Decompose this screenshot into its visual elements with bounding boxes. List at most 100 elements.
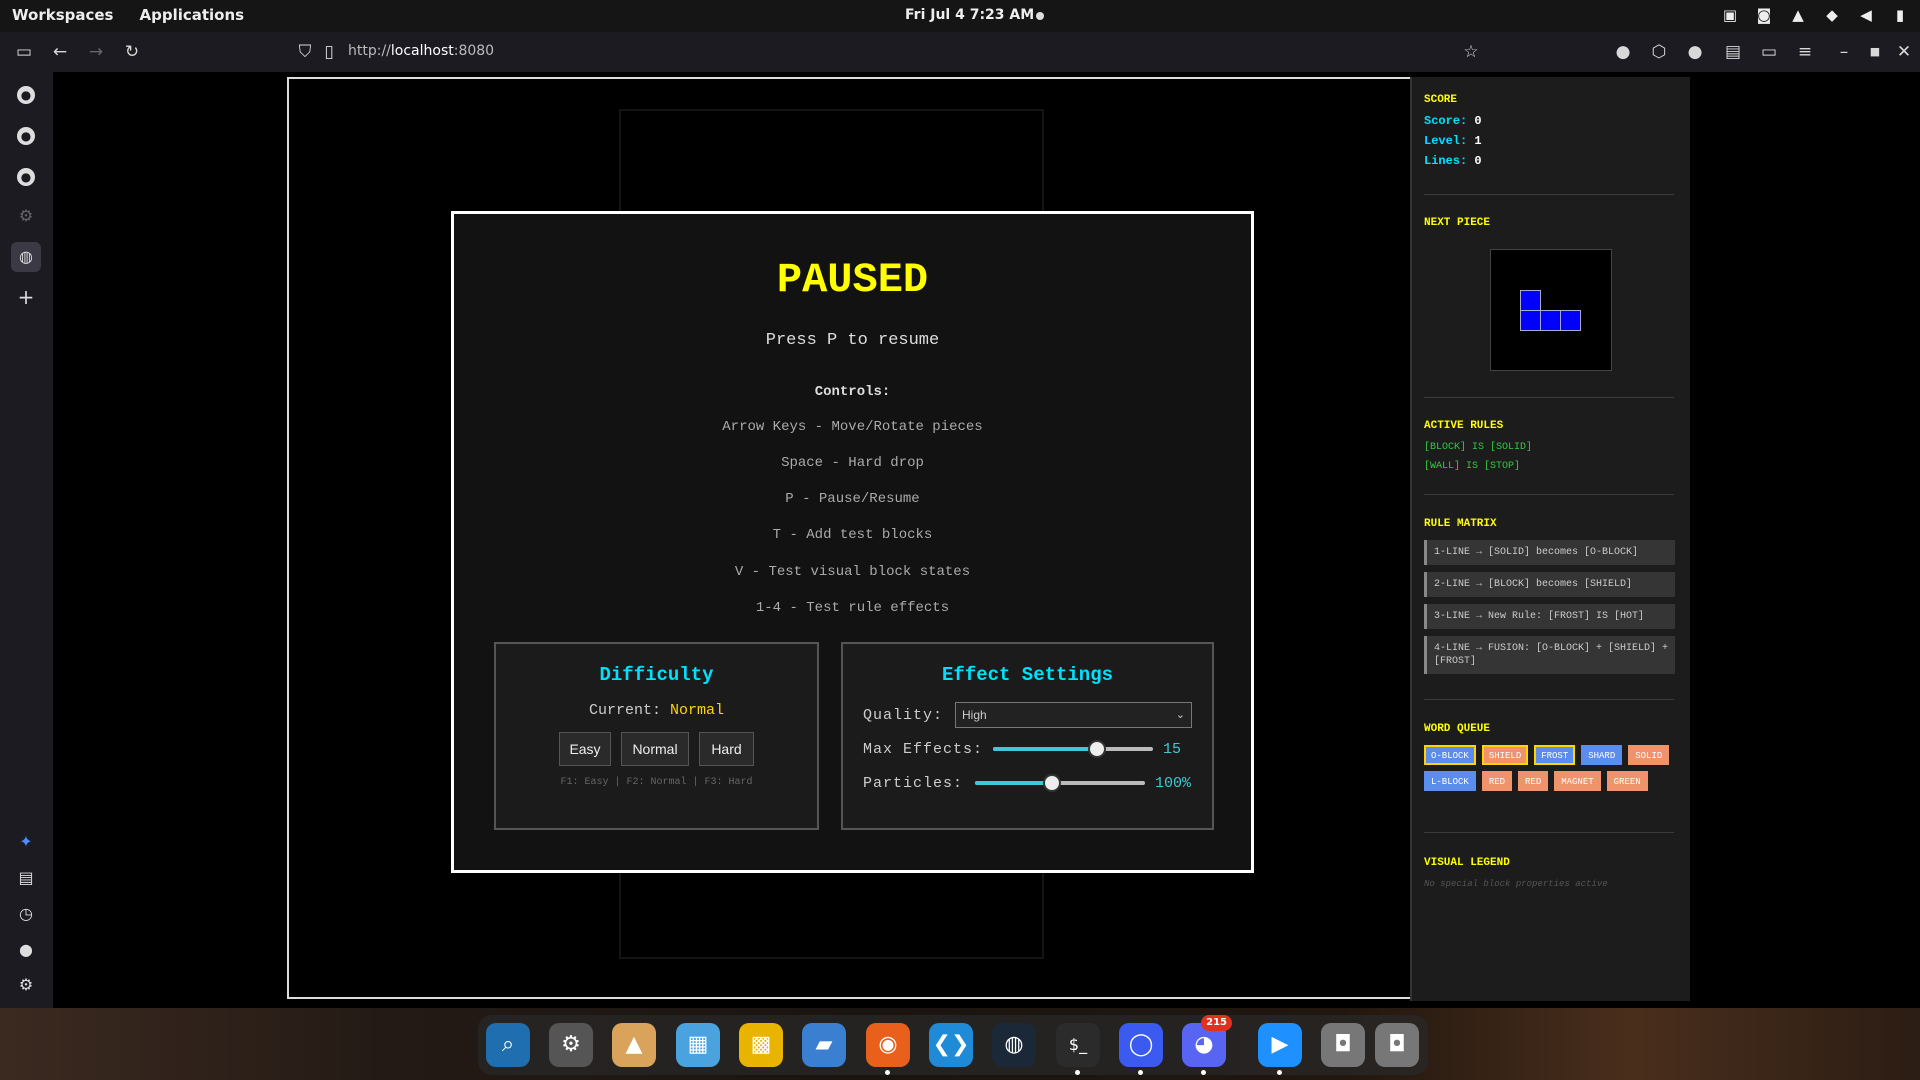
arch-icon[interactable]: ▲ — [1788, 6, 1808, 24]
back-arrow-icon[interactable]: ← — [49, 41, 71, 63]
difficulty-current: Current: Normal — [588, 702, 725, 719]
effect-settings-panel: Effect Settings Quality: High ⌄ Max Effec… — [841, 642, 1214, 830]
score-heading: SCORE — [1424, 94, 1458, 106]
minimize-icon[interactable]: – — [1833, 41, 1855, 63]
dock: ⌕ ⚙ ▲ ▦ ▩ ▰ ◉ ❮❯ ◍ $_ ◯ ◕ 215 ▶ ◘ ◘ — [478, 1015, 1428, 1075]
piece-cell — [1520, 310, 1541, 331]
normal-button[interactable]: Normal — [621, 732, 689, 766]
discord-app-icon[interactable]: ◕ 215 — [1182, 1015, 1232, 1075]
difficulty-current-value: Normal — [670, 702, 725, 719]
next-piece-preview — [1490, 249, 1612, 371]
github-icon[interactable]: ● — [17, 168, 35, 186]
search-app-icon[interactable]: ⌕ — [486, 1023, 530, 1067]
screen-share-icon[interactable]: ▣ — [1720, 6, 1740, 24]
profile-avatar-icon[interactable]: ● — [1612, 41, 1634, 63]
board-app-icon[interactable]: ▦ — [676, 1023, 720, 1067]
files-app-icon[interactable]: ▰ — [802, 1023, 846, 1067]
active-rule: [BLOCK] IS [SOLID] — [1424, 442, 1533, 453]
visual-legend-heading: VISUAL LEGEND — [1424, 857, 1510, 869]
menu-icon[interactable]: ≡ — [1794, 41, 1816, 63]
app-grid-icon[interactable]: ▩ — [739, 1023, 783, 1067]
downloads-icon[interactable]: ▤ — [14, 866, 38, 890]
gear-icon[interactable]: ⚙ — [14, 204, 38, 228]
quality-select[interactable]: High ⌄ — [955, 702, 1192, 728]
slider-thumb[interactable] — [1042, 774, 1061, 792]
hard-button[interactable]: Hard — [699, 732, 754, 766]
applications-menu[interactable]: Applications — [139, 6, 244, 24]
page-icon: ▯ — [324, 42, 334, 62]
globe-icon[interactable]: ◍ — [11, 242, 41, 272]
add-icon[interactable]: + — [14, 285, 38, 309]
particles-value: 100% — [1155, 774, 1192, 792]
record-icon[interactable]: ● — [1684, 41, 1706, 63]
discord-notification-badge: 215 — [1201, 1015, 1232, 1031]
settings-app-icon[interactable]: ⚙ — [549, 1023, 593, 1067]
slider-thumb[interactable] — [1088, 740, 1107, 758]
pause-modal: PAUSED Press P to resume Controls: Arrow… — [451, 211, 1254, 873]
sparkle-icon[interactable]: ✦ — [14, 830, 38, 854]
difficulty-heading: Difficulty — [599, 664, 714, 686]
wifi-icon[interactable]: ◆ — [1822, 6, 1842, 24]
container-icon[interactable]: ▤ — [1722, 41, 1744, 63]
firefox-app-icon[interactable]: ◉ — [866, 1023, 910, 1075]
shield-icon[interactable]: ⛉ — [294, 41, 316, 63]
github-icon[interactable]: ● — [17, 127, 35, 145]
vscode-app-icon[interactable]: ❮❯ — [929, 1023, 973, 1067]
reload-icon[interactable]: ↻ — [121, 41, 143, 63]
extensions-icon[interactable]: ⬡ — [1648, 41, 1670, 63]
piece-cell — [1540, 310, 1561, 331]
pause-title: PAUSED — [776, 256, 929, 304]
system-tray[interactable]: ▣ ◙ ▲ ◆ ◀ ▮ — [1720, 6, 1910, 24]
max-effects-slider[interactable] — [993, 736, 1154, 762]
rule-matrix-heading: RULE MATRIX — [1424, 518, 1497, 530]
difficulty-panel: Difficulty Current: Normal Easy Normal H… — [494, 642, 819, 830]
control-line: P - Pause/Resume — [785, 491, 920, 507]
url-text[interactable]: http://localhost:8080 — [348, 43, 494, 59]
disk-app-icon[interactable]: ◘ — [1375, 1023, 1419, 1067]
steam-app-icon[interactable]: ◍ — [992, 1023, 1036, 1067]
level-stat: Level: 1 — [1424, 134, 1482, 148]
effect-settings-heading: Effect Settings — [941, 664, 1114, 686]
forward-arrow-icon[interactable]: → — [85, 41, 107, 63]
address-bar[interactable]: ⛉ ▯ http://localhost:8080 ☆ — [290, 36, 1490, 68]
history-icon[interactable]: ◷ — [14, 902, 38, 926]
workspaces-menu[interactable]: Workspaces — [12, 6, 113, 24]
word-chip: SHIELD — [1481, 745, 1529, 765]
particles-slider[interactable] — [975, 770, 1146, 796]
clock[interactable]: Fri Jul 4 7:23 AM — [905, 7, 1034, 23]
reader-view-icon[interactable]: ▭ — [1758, 41, 1780, 63]
battery-icon[interactable]: ▮ — [1890, 6, 1910, 24]
terminal-app-icon[interactable]: $_ — [1056, 1023, 1100, 1075]
bookmark-star-icon[interactable]: ☆ — [1460, 41, 1482, 63]
system-top-bar: Workspaces Applications Fri Jul 4 7:23 A… — [0, 0, 1920, 32]
word-chip: GREEN — [1606, 771, 1648, 791]
github-icon[interactable]: ● — [17, 86, 35, 104]
settings-icon[interactable]: ⚙ — [14, 973, 38, 997]
dot-icon[interactable]: ● — [14, 938, 38, 962]
video-app-icon[interactable]: ▶ — [1258, 1023, 1302, 1075]
gamepad-icon[interactable]: ◙ — [1754, 6, 1774, 24]
particles-label: Particles: — [863, 774, 964, 792]
word-chip: O-BLOCK — [1424, 745, 1476, 765]
close-icon[interactable]: ✕ — [1893, 41, 1915, 63]
piece-cell — [1560, 310, 1581, 331]
control-line: T - Add test blocks — [772, 527, 933, 543]
max-effects-label: Max Effects: — [863, 740, 984, 758]
maximize-icon[interactable]: ■ — [1864, 41, 1886, 63]
chevron-down-icon: ⌄ — [1175, 709, 1185, 721]
word-chip: SOLID — [1628, 745, 1670, 765]
easy-button[interactable]: Easy — [559, 732, 611, 766]
builder-app-icon[interactable]: ▲ — [612, 1023, 656, 1067]
volume-icon[interactable]: ◀ — [1856, 6, 1876, 24]
signal-app-icon[interactable]: ◯ — [1119, 1023, 1163, 1075]
word-chip: FROST — [1534, 745, 1576, 765]
sidebar-toggle-icon[interactable]: ▭ — [13, 41, 35, 63]
word-queue-heading: WORD QUEUE — [1424, 723, 1491, 735]
control-line: Space - Hard drop — [781, 455, 924, 471]
word-chip: L-BLOCK — [1424, 771, 1476, 791]
control-line: 1-4 - Test rule effects — [755, 600, 950, 616]
legend-empty-text: No special block properties active — [1424, 879, 1608, 889]
word-chip: MAGNET — [1554, 771, 1601, 791]
disk-app-icon[interactable]: ◘ — [1321, 1023, 1365, 1067]
active-rules-heading: ACTIVE RULES — [1424, 420, 1504, 432]
